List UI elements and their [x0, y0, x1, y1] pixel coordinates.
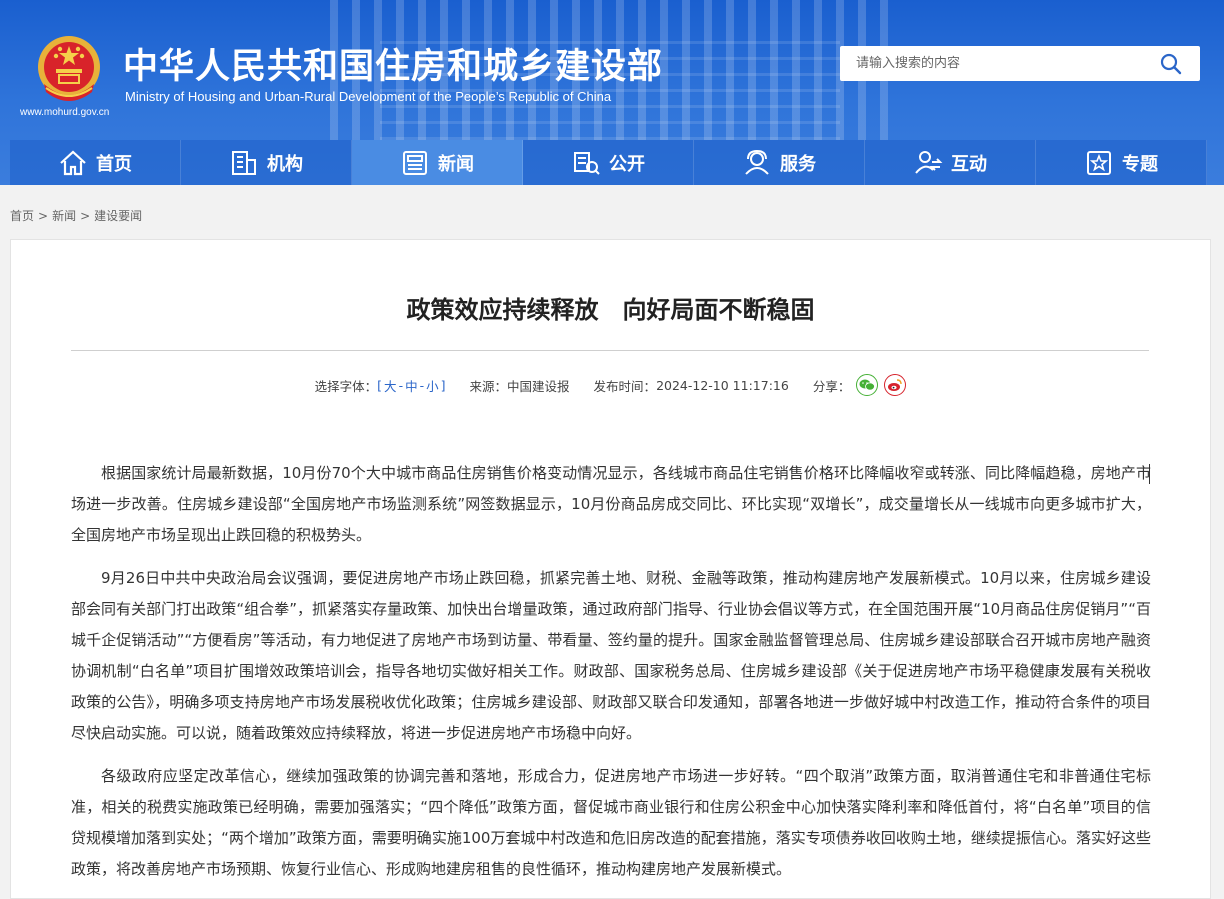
article-meta: 选择字体： [ 大 - 中 - 小 ] 来源： 中国建设报 发布时间： 2024… — [11, 374, 1210, 396]
main-nav: 首页 机构 新闻 公开 服务 互动 专题 — [10, 140, 1224, 185]
site-url: www.mohurd.gov.cn — [20, 107, 110, 118]
interaction-icon — [915, 150, 943, 174]
nav-item-label: 专题 — [1122, 153, 1158, 175]
title-divider — [71, 350, 1149, 351]
breadcrumb-separator: > — [80, 209, 91, 223]
nav-item-label: 新闻 — [438, 153, 474, 175]
article-container: 政策效应持续释放 向好局面不断稳固 选择字体： [ 大 - 中 - 小 ] 来源… — [10, 239, 1211, 899]
breadcrumb-construction-news[interactable]: 建设要闻 — [94, 209, 142, 223]
weibo-icon[interactable] — [884, 374, 907, 396]
home-icon — [60, 150, 86, 175]
source-value: 中国建设报 — [507, 378, 570, 394]
article-source: 来源： 中国建设报 — [470, 376, 570, 395]
search-input[interactable] — [856, 47, 1156, 80]
nav-item-news[interactable]: 新闻 — [352, 140, 523, 185]
article-paragraph: 根据国家统计局最新数据，10月份70个大中城市商品住房销售价格变动情况显示，各线… — [71, 464, 1151, 544]
font-size-selector: 选择字体： [ 大 - 中 - 小 ] — [315, 376, 446, 395]
open-icon — [574, 151, 600, 175]
breadcrumb: 首页 > 新闻 > 建设要闻 — [10, 207, 142, 224]
news-icon — [403, 150, 427, 175]
nav-item-label: 机构 — [267, 153, 303, 175]
search-box — [840, 46, 1200, 81]
topic-icon — [1087, 150, 1111, 175]
nav-item-service[interactable]: 服务 — [694, 140, 865, 185]
article-body: 根据国家统计局最新数据，10月份70个大中城市商品住房销售价格变动情况显示，各线… — [71, 458, 1151, 897]
service-icon — [745, 149, 769, 175]
source-label: 来源： — [469, 378, 508, 394]
font-size-medium[interactable]: 中 — [405, 376, 418, 395]
publish-time: 发布时间： 2024-12-10 11:17:16 — [594, 376, 789, 395]
time-value: 2024-12-10 11:17:16 — [656, 377, 789, 393]
site-subtitle-english: Ministry of Housing and Urban-Rural Deve… — [125, 89, 612, 104]
site-header: www.mohurd.gov.cn 中华人民共和国住房和城乡建设部 Minist… — [0, 0, 1224, 185]
nav-item-open[interactable]: 公开 — [523, 140, 694, 185]
national-emblem-icon[interactable] — [36, 34, 102, 104]
nav-item-label: 首页 — [96, 153, 132, 175]
font-size-large[interactable]: 大 — [384, 376, 397, 395]
nav-item-home[interactable]: 首页 — [10, 140, 181, 185]
nav-item-label: 公开 — [609, 153, 645, 175]
nav-item-interaction[interactable]: 互动 — [865, 140, 1036, 185]
font-size-separator: - — [398, 377, 404, 393]
search-icon[interactable] — [1160, 53, 1182, 75]
share-group: 分享： — [813, 374, 907, 396]
font-size-separator: - — [419, 377, 425, 393]
nav-item-label: 互动 — [951, 153, 987, 175]
article-paragraph: 各级政府应坚定改革信心，继续加强政策的协调完善和落地，形成合力，促进房地产市场进… — [71, 767, 1151, 878]
time-label: 发布时间： — [593, 378, 657, 394]
breadcrumb-news[interactable]: 新闻 — [52, 209, 76, 223]
bracket-close: ] — [440, 377, 446, 393]
text-cursor — [1149, 464, 1150, 484]
article-title: 政策效应持续释放 向好局面不断稳固 — [406, 296, 815, 324]
bracket-open: [ — [377, 377, 383, 393]
wechat-icon[interactable] — [856, 374, 879, 396]
nav-item-organization[interactable]: 机构 — [181, 140, 352, 185]
breadcrumb-separator: > — [38, 209, 49, 223]
font-size-label: 选择字体： — [314, 378, 378, 394]
nav-item-label: 服务 — [780, 153, 816, 175]
article-paragraph: 9月26日中共中央政治局会议强调，要促进房地产市场止跌回稳，抓紧完善土地、财税、… — [71, 569, 1151, 742]
font-size-small[interactable]: 小 — [426, 376, 439, 395]
breadcrumb-home[interactable]: 首页 — [10, 209, 34, 223]
building-icon — [232, 150, 256, 175]
share-label: 分享： — [812, 378, 851, 394]
nav-item-topic[interactable]: 专题 — [1036, 140, 1207, 185]
site-title[interactable]: 中华人民共和国住房和城乡建设部 — [123, 38, 663, 89]
